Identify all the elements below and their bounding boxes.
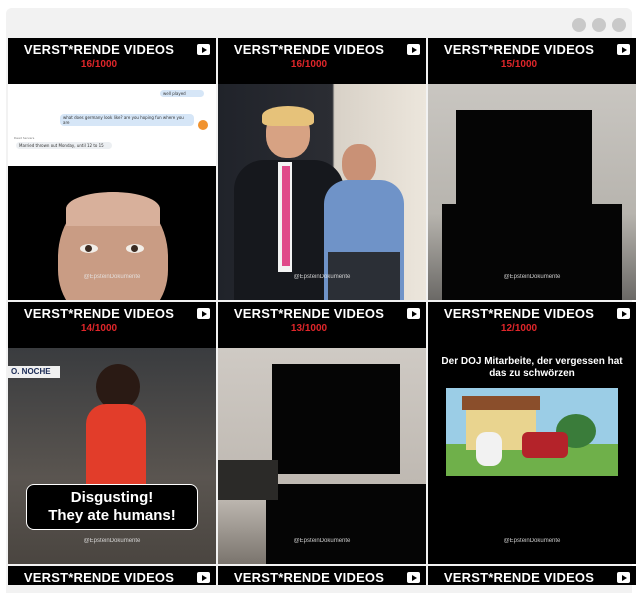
video-tile[interactable]: VERST*RENDE VIDEOS 12/1000 Der DOJ Mitar… <box>428 302 636 564</box>
caption-line: Disgusting! <box>70 489 154 506</box>
tile-title: VERST*RENDE VIDEOS <box>23 42 175 57</box>
tile-header: VERST*RENDE VIDEOS 15/1000 <box>428 38 636 84</box>
tile-title: VERST*RENDE VIDEOS <box>23 306 175 321</box>
video-tile[interactable]: VERST*RENDE VIDEOS 14/1000 O. NOCHE Disg… <box>8 302 216 564</box>
play-icon[interactable] <box>197 44 210 55</box>
tile-thumbnail: Der DOJ Mitarbeite, der vergessen hat da… <box>428 348 636 564</box>
tile-thumbnail: @EpsteinDokumente <box>218 84 426 300</box>
watermark: @EpsteinDokumente <box>503 538 561 544</box>
chat-bubble: what does germany look like? are you hop… <box>60 114 194 126</box>
tile-title: VERST*RENDE VIDEOS <box>443 42 595 57</box>
window-controls <box>572 18 626 32</box>
news-tag: O. NOCHE <box>8 366 60 378</box>
tile-thumbnail: @EpsteinDokumente <box>218 348 426 564</box>
tile-header: VERST*RENDE VIDEOS <box>428 566 636 585</box>
play-icon[interactable] <box>617 308 630 319</box>
tile-title: VERST*RENDE VIDEOS <box>443 306 595 321</box>
tile-count: 12/1000 <box>500 323 538 334</box>
person-hair <box>262 106 314 126</box>
play-icon[interactable] <box>197 572 210 583</box>
window-dot-icon[interactable] <box>612 18 626 32</box>
watermark: @EpsteinDokumente <box>83 274 141 280</box>
tile-thumbnail: @EpsteinDokumente <box>428 84 636 300</box>
redaction-box <box>442 204 622 300</box>
tile-header: VERST*RENDE VIDEOS 13/1000 <box>218 302 426 348</box>
tile-title: VERST*RENDE VIDEOS <box>23 570 175 585</box>
tile-title: VERST*RENDE VIDEOS <box>443 570 595 585</box>
tile-count: 16/1000 <box>80 59 118 70</box>
tile-title: VERST*RENDE VIDEOS <box>233 306 385 321</box>
watermark: @EpsteinDokumente <box>293 274 351 280</box>
tile-header: VERST*RENDE VIDEOS <box>218 566 426 585</box>
video-tile[interactable]: VERST*RENDE VIDEOS <box>428 566 636 585</box>
play-icon[interactable] <box>407 44 420 55</box>
video-grid: VERST*RENDE VIDEOS 16/1000 well played w… <box>8 38 636 585</box>
eye <box>126 244 144 253</box>
video-tile[interactable]: VERST*RENDE VIDEOS 16/1000 @EpsteinDokum… <box>218 38 426 300</box>
tile-title: VERST*RENDE VIDEOS <box>233 570 385 585</box>
tile-title: VERST*RENDE VIDEOS <box>233 42 385 57</box>
watermark: @EpsteinDokumente <box>503 274 561 280</box>
cartoon-image <box>446 388 618 476</box>
play-icon[interactable] <box>617 572 630 583</box>
chat-separator: Dead Servers <box>14 136 35 140</box>
redaction-box <box>272 364 400 474</box>
tile-header: VERST*RENDE VIDEOS 12/1000 <box>428 302 636 348</box>
chat-bubble: Married thrown out Monday, until 12 to 1… <box>16 142 112 149</box>
video-tile[interactable]: VERST*RENDE VIDEOS <box>218 566 426 585</box>
watermark: @EpsteinDokumente <box>83 538 141 544</box>
face-forehead <box>66 192 160 226</box>
caption-box: Disgusting! They ate humans! <box>26 484 198 530</box>
tile-header: VERST*RENDE VIDEOS 16/1000 <box>8 38 216 84</box>
video-tile[interactable]: VERST*RENDE VIDEOS 16/1000 well played w… <box>8 38 216 300</box>
arm-shape <box>218 460 278 500</box>
chat-bubble: well played <box>160 90 204 97</box>
tile-header: VERST*RENDE VIDEOS 16/1000 <box>218 38 426 84</box>
avatar <box>198 120 208 130</box>
video-tile[interactable]: VERST*RENDE VIDEOS <box>8 566 216 585</box>
play-icon[interactable] <box>407 308 420 319</box>
tile-header: VERST*RENDE VIDEOS 14/1000 <box>8 302 216 348</box>
tie <box>282 166 290 266</box>
window-dot-icon[interactable] <box>592 18 606 32</box>
video-tile[interactable]: VERST*RENDE VIDEOS 13/1000 @EpsteinDokum… <box>218 302 426 564</box>
person-dress <box>86 404 146 494</box>
tile-count: 14/1000 <box>80 323 118 334</box>
roof <box>462 396 540 410</box>
tile-thumbnail: O. NOCHE Disgusting! They ate humans! @E… <box>8 348 216 564</box>
tile-thumbnail: well played what does germany look like?… <box>8 84 216 300</box>
play-icon[interactable] <box>197 308 210 319</box>
play-icon[interactable] <box>617 44 630 55</box>
tile-header: VERST*RENDE VIDEOS <box>8 566 216 585</box>
caption-line: They ate humans! <box>48 507 176 524</box>
car <box>522 432 568 458</box>
tile-count: 13/1000 <box>290 323 328 334</box>
video-tile[interactable]: VERST*RENDE VIDEOS 15/1000 @EpsteinDokum… <box>428 38 636 300</box>
eye <box>80 244 98 253</box>
person-head <box>342 144 376 184</box>
chat-screenshot: well played what does germany look like?… <box>8 84 216 166</box>
overlay-text: Der DOJ Mitarbeite, der vergessen hat da… <box>441 356 623 379</box>
play-icon[interactable] <box>407 572 420 583</box>
character <box>476 432 502 466</box>
tile-count: 16/1000 <box>290 59 328 70</box>
window-dot-icon[interactable] <box>572 18 586 32</box>
tile-count: 15/1000 <box>500 59 538 70</box>
watermark: @EpsteinDokumente <box>293 538 351 544</box>
redaction-box <box>266 484 426 564</box>
